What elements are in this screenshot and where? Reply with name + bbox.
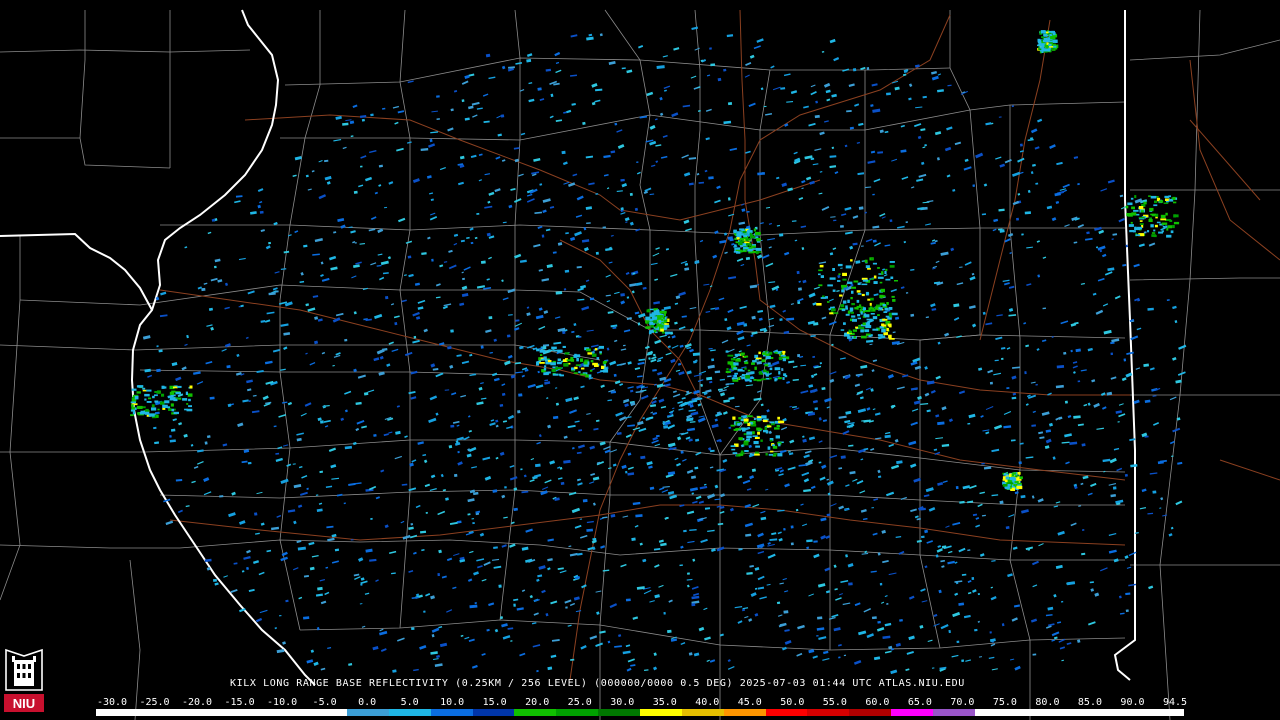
scale-label: -5.0	[312, 697, 337, 708]
product-caption: KILX LONG RANGE BASE REFLECTIVITY (0.25K…	[230, 678, 965, 689]
scale-label: 65.0	[907, 697, 932, 708]
scale-label: -25.0	[139, 697, 170, 708]
scale-label: 50.0	[780, 697, 805, 708]
scale-label: 94.5	[1162, 697, 1188, 708]
reflectivity-scale-labels: -30.0 -25.0 -20.0 -15.0 -10.0 -5.0 0.0 5.0 10.0 1…	[0, 697, 1280, 709]
colorbar-segment	[1142, 709, 1184, 716]
scale-label: 45.0	[737, 697, 762, 708]
reflectivity-colorbar	[96, 709, 1184, 716]
scale-label: -20.0	[181, 697, 213, 708]
colorbar-segment	[849, 709, 892, 716]
colorbar-segment	[807, 709, 850, 716]
scale-label: -15.0	[224, 697, 255, 708]
scale-label: 55.0	[822, 697, 847, 708]
radar-map	[0, 0, 1280, 720]
niu-logo: NIU	[2, 646, 46, 714]
colorbar-segment	[891, 709, 933, 716]
scale-label: 20.0	[525, 697, 550, 708]
scale-label: 30.0	[610, 697, 635, 708]
scale-label: 15.0	[482, 697, 507, 708]
colorbar-segment	[1016, 709, 1059, 716]
scale-label: 60.0	[865, 697, 890, 708]
colorbar-segment	[263, 709, 306, 716]
colorbar-segment	[639, 709, 682, 716]
colorbar-segment	[723, 709, 766, 716]
niu-logo-text: NIU	[13, 696, 35, 711]
colorbar-segment	[765, 709, 808, 716]
colorbar-segment	[472, 709, 515, 716]
colorbar-segment	[137, 709, 180, 716]
colorbar-segment	[221, 709, 264, 716]
scale-label: 40.0	[695, 697, 720, 708]
scale-label: 75.0	[992, 697, 1017, 708]
colorbar-segment	[1100, 709, 1143, 716]
scale-label: 85.0	[1077, 697, 1102, 708]
scale-label: 70.0	[950, 697, 975, 708]
colorbar-segment	[681, 709, 724, 716]
scale-label: 80.0	[1035, 697, 1060, 708]
scale-label: 25.0	[567, 697, 592, 708]
colorbar-segment	[96, 709, 138, 716]
colorbar-segment	[388, 709, 431, 716]
colorbar-segment	[514, 709, 557, 716]
colorbar-segment	[179, 709, 222, 716]
colorbar-segment	[305, 709, 348, 716]
colorbar-segment	[1058, 709, 1101, 716]
colorbar-segment	[598, 709, 640, 716]
scale-label: -30.0	[96, 697, 128, 708]
colorbar-segment	[556, 709, 599, 716]
scale-label: 0.0	[358, 697, 377, 708]
scale-label: 10.0	[440, 697, 465, 708]
scale-label: 35.0	[652, 697, 677, 708]
colorbar-segment	[932, 709, 975, 716]
scale-label: -10.0	[267, 697, 298, 708]
scale-label: 90.0	[1120, 697, 1145, 708]
colorbar-segment	[347, 709, 389, 716]
colorbar-segment	[430, 709, 473, 716]
scale-label: 5.0	[400, 697, 419, 708]
colorbar-segment	[974, 709, 1017, 716]
